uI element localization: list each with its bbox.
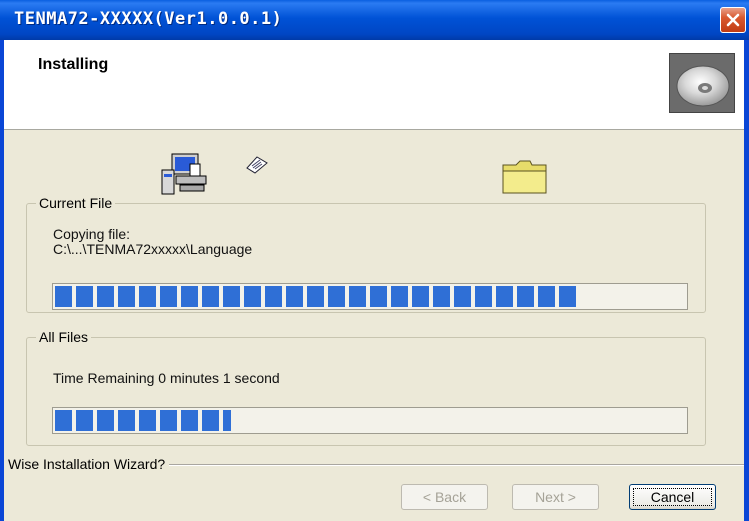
close-button[interactable] (720, 7, 746, 33)
time-remaining-text: Time Remaining 0 minutes 1 second (53, 370, 280, 386)
back-button[interactable]: < Back (401, 484, 488, 510)
wizard-brand-label: Wise Installation Wizard? (8, 456, 170, 472)
current-file-progress-bar (52, 283, 688, 310)
all-files-label: All Files (36, 329, 92, 345)
header-panel: Installing (4, 40, 744, 130)
current-file-label: Current File (36, 195, 116, 211)
cancel-button[interactable]: Cancel (629, 484, 716, 510)
flying-paper-icon (243, 154, 271, 181)
window-title: TENMA72-XXXXX(Ver1.0.0.1) (14, 9, 283, 29)
current-file-progress-fill (55, 286, 578, 307)
back-button-label: < Back (422, 489, 467, 505)
folder-icon (500, 157, 550, 202)
all-files-progress-bar (52, 407, 688, 434)
next-button-label: Next > (535, 489, 576, 505)
copying-file-label: Copying file: (53, 226, 131, 242)
focus-ring (633, 488, 712, 506)
all-files-progress-fill (55, 410, 231, 431)
cd-disc-icon (669, 53, 735, 113)
title-bar[interactable]: TENMA72-XXXXX(Ver1.0.0.1) (0, 0, 749, 40)
window-frame-right (744, 40, 749, 521)
page-title: Installing (38, 56, 109, 73)
current-file-path: C:\...\TENMA72xxxxx\Language (53, 241, 253, 257)
next-button[interactable]: Next > (512, 484, 599, 510)
computer-icon (160, 152, 212, 203)
close-icon (726, 13, 740, 27)
